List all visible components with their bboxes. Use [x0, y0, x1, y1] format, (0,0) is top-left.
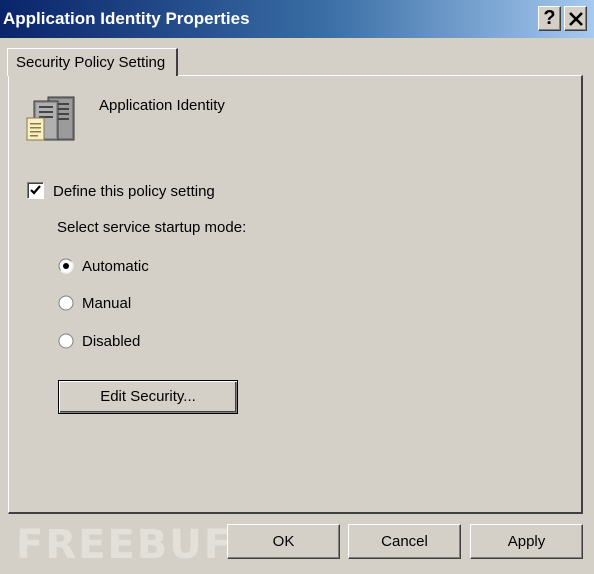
- apply-button[interactable]: Apply: [470, 524, 583, 559]
- define-policy-label[interactable]: Define this policy setting: [53, 183, 215, 200]
- window-title: Application Identity Properties: [3, 9, 250, 28]
- policy-name: Application Identity: [99, 97, 225, 114]
- radio-automatic[interactable]: [58, 258, 74, 274]
- radio-manual-label[interactable]: Manual: [82, 295, 131, 312]
- ok-button[interactable]: OK: [227, 524, 340, 559]
- watermark: FREEBUF: [16, 522, 234, 568]
- define-policy-checkbox[interactable]: [27, 182, 44, 199]
- edit-security-button[interactable]: Edit Security...: [58, 380, 238, 414]
- radio-disabled-label[interactable]: Disabled: [82, 333, 140, 350]
- radio-automatic-label[interactable]: Automatic: [82, 258, 149, 275]
- tab-label: Security Policy Setting: [16, 54, 166, 71]
- help-button[interactable]: ?: [538, 6, 561, 31]
- close-button[interactable]: [564, 6, 587, 31]
- radio-manual[interactable]: [58, 295, 74, 311]
- server-policy-icon: [26, 96, 78, 144]
- properties-dialog: Application Identity Properties ? Securi…: [0, 0, 594, 574]
- radio-disabled[interactable]: [58, 333, 74, 349]
- tab-security-policy-setting[interactable]: Security Policy Setting: [7, 48, 178, 76]
- title-bar[interactable]: Application Identity Properties ?: [0, 0, 594, 38]
- cancel-button[interactable]: Cancel: [348, 524, 461, 559]
- close-icon: [569, 12, 583, 26]
- startup-mode-label: Select service startup mode:: [57, 219, 247, 236]
- checkmark-icon: [30, 185, 41, 195]
